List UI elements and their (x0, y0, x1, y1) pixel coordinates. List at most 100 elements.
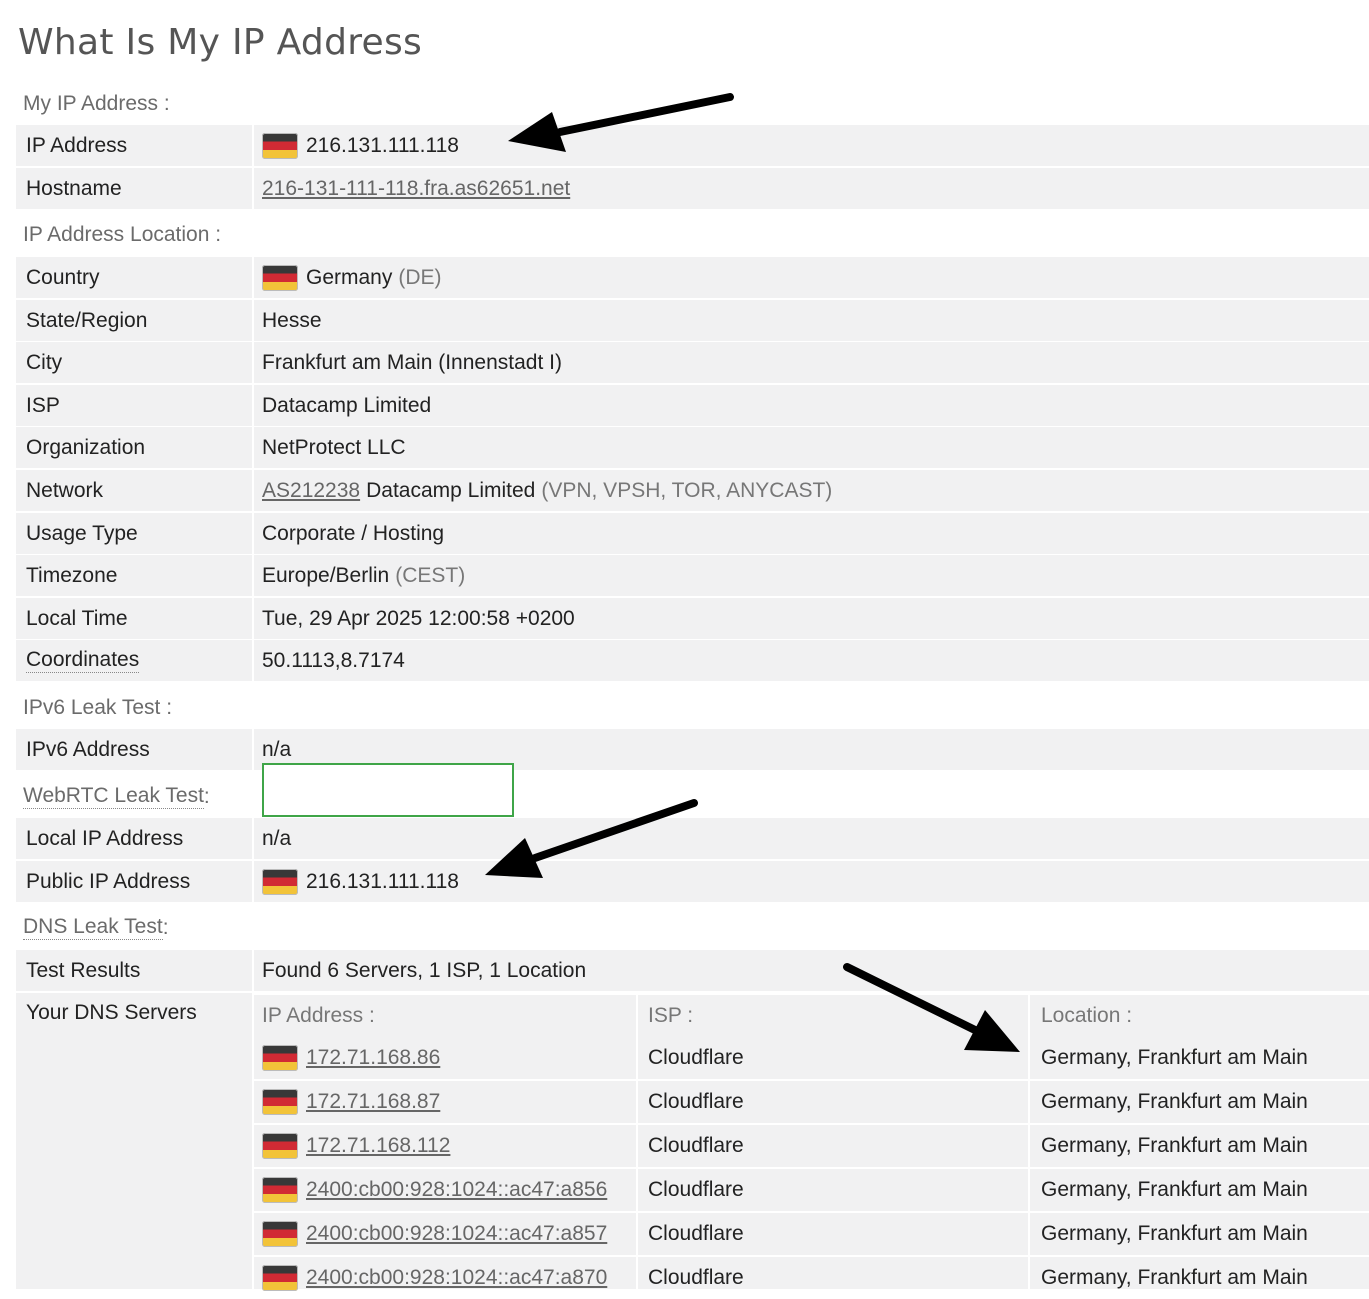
germany-flag-icon (262, 264, 298, 291)
timezone-label: Timezone (26, 563, 118, 587)
test-results-label: Test Results (26, 958, 141, 982)
row-test-results: Test Results Found 6 Servers, 1 ISP, 1 L… (16, 950, 1369, 991)
dns-server-ip-link[interactable]: 2400:cb00:928:1024::ac47:a857 (306, 1222, 607, 1246)
organization-label: Organization (26, 435, 146, 459)
isp-label: ISP (26, 393, 60, 417)
usage-type-value: Corporate / Hosting (262, 521, 445, 545)
network-name: Datacamp Limited (366, 478, 536, 502)
dns-server-ip-link[interactable]: 172.71.168.86 (306, 1046, 440, 1070)
germany-flag-icon (262, 1177, 298, 1203)
dns-server-isp: Cloudflare (648, 1090, 744, 1113)
dns-leak-test-link[interactable]: DNS Leak Test (23, 915, 163, 940)
dns-server-ip-cell: 2400:cb00:928:1024::ac47:a870 (262, 1257, 607, 1299)
dns-server-ip-link[interactable]: 2400:cb00:928:1024::ac47:a856 (306, 1178, 607, 1202)
ipv6-address-label: IPv6 Address (26, 737, 150, 761)
dns-server-isp: Cloudflare (648, 1266, 744, 1289)
germany-flag-icon (262, 1089, 298, 1115)
hostname-link[interactable]: 216-131-111-118.fra.as62651.net (262, 177, 570, 201)
row-organization: Organization NetProtect LLC (16, 427, 1369, 468)
dns-servers-label: Your DNS Servers (26, 1001, 197, 1024)
public-ip-label: Public IP Address (26, 869, 191, 893)
row-local-time: Local Time Tue, 29 Apr 2025 12:00:58 +02… (16, 598, 1369, 639)
dns-server-location: Germany, Frankfurt am Main (1041, 1178, 1308, 1201)
germany-flag-icon (262, 1045, 298, 1071)
public-ip-value: 216.131.111.118 (306, 869, 459, 893)
dns-header-ip: IP Address : (262, 1004, 375, 1027)
germany-flag-icon (262, 1265, 298, 1291)
local-ip-label: Local IP Address (26, 826, 184, 850)
section-my-ip: My IP Address : (23, 91, 170, 115)
row-country: Country Germany (DE) (16, 257, 1369, 298)
row-city: City Frankfurt am Main (Innenstadt I) (16, 342, 1369, 383)
organization-value: NetProtect LLC (262, 435, 406, 459)
dns-server-row: 2400:cb00:928:1024::ac47:a870 Cloudflare G… (254, 1255, 1369, 1299)
dns-server-location: Germany, Frankfurt am Main (1041, 1090, 1308, 1113)
ipv6-address-value: n/a (262, 737, 292, 761)
dns-server-ip-link[interactable]: 172.71.168.87 (306, 1090, 440, 1114)
dns-servers-table: IP Address : ISP : Location : 172.71.168… (254, 993, 1369, 1299)
network-tags: (VPN, VPSH, TOR, ANYCAST) (541, 478, 833, 502)
germany-flag-icon (262, 1221, 298, 1247)
dns-header-isp: ISP : (648, 1004, 694, 1027)
dns-server-ip-cell: 172.71.168.86 (262, 1037, 440, 1079)
webrtc-colon: : (203, 784, 210, 808)
dns-server-isp: Cloudflare (648, 1178, 744, 1201)
dns-colon: : (162, 915, 169, 939)
dns-server-ip-link[interactable]: 172.71.168.112 (306, 1134, 450, 1158)
dns-server-location: Germany, Frankfurt am Main (1041, 1266, 1308, 1289)
city-value: Frankfurt am Main (Innenstadt I) (262, 350, 562, 374)
local-time-label: Local Time (26, 606, 128, 630)
dns-server-row: 172.71.168.86 Cloudflare Germany, Frankfur… (254, 1037, 1369, 1079)
dns-server-isp: Cloudflare (648, 1046, 744, 1069)
dns-server-row: 2400:cb00:928:1024::ac47:a857 Cloudflare G… (254, 1211, 1369, 1255)
local-time-value: Tue, 29 Apr 2025 12:00:58 +0200 (262, 606, 575, 630)
ip-address-label: IP Address (26, 133, 128, 157)
city-label: City (26, 350, 63, 374)
dns-server-row: 172.71.168.87 Cloudflare Germany, Frankfur… (254, 1079, 1369, 1123)
coordinates-label[interactable]: Coordinates (26, 648, 140, 673)
dns-server-isp: Cloudflare (648, 1222, 744, 1245)
dns-servers-area: Your DNS Servers IP Address : ISP : Loca… (16, 993, 1369, 1299)
page-title: What Is My IP Address (18, 22, 423, 63)
dns-server-ip-link[interactable]: 2400:cb00:928:1024::ac47:a870 (306, 1266, 607, 1290)
ip-address-value-wrap: 216.131.111.118 (262, 132, 459, 159)
section-webrtc: WebRTC Leak Test : (23, 776, 210, 817)
dns-server-location: Germany, Frankfurt am Main (1041, 1134, 1308, 1157)
row-timezone: Timezone Europe/Berlin (CEST) (16, 555, 1369, 596)
webrtc-leak-test-link[interactable]: WebRTC Leak Test (23, 784, 204, 809)
row-hostname: Hostname 216-131-111-118.fra.as62651.net (16, 168, 1369, 209)
ip-address-value: 216.131.111.118 (306, 133, 459, 157)
region-value: Hesse (262, 308, 322, 332)
section-dns: DNS Leak Test : (23, 907, 169, 948)
section-location: IP Address Location : (23, 222, 222, 246)
row-ipv6-address: IPv6 Address n/a (16, 729, 1369, 770)
network-label: Network (26, 478, 104, 502)
row-usage-type: Usage Type Corporate / Hosting (16, 513, 1369, 554)
row-public-ip: Public IP Address 216.131.111.118 (16, 861, 1369, 902)
dns-server-ip-cell: 172.71.168.87 (262, 1081, 440, 1123)
row-isp: ISP Datacamp Limited (16, 385, 1369, 426)
row-region: State/Region Hesse (16, 300, 1369, 341)
dns-header-location: Location : (1041, 1004, 1133, 1027)
row-network: Network AS212238 Datacamp Limited (VPN, … (16, 470, 1369, 511)
dns-table-header: IP Address : ISP : Location : (254, 993, 1369, 1037)
local-ip-value: n/a (262, 826, 292, 850)
country-code: (DE) (398, 265, 442, 289)
germany-flag-icon (262, 1133, 298, 1159)
country-label: Country (26, 265, 100, 289)
coordinates-value: 50.1113,8.7174 (262, 648, 405, 672)
hostname-label: Hostname (26, 176, 122, 200)
isp-value: Datacamp Limited (262, 393, 432, 417)
section-ipv6: IPv6 Leak Test : (23, 695, 173, 719)
timezone-abbr: (CEST) (395, 563, 466, 587)
germany-flag-icon (262, 868, 298, 895)
timezone-value: Europe/Berlin (262, 563, 390, 587)
row-coordinates: Coordinates 50.1113,8.7174 (16, 640, 1369, 681)
germany-flag-icon (262, 132, 298, 159)
dns-server-ip-cell: 172.71.168.112 (262, 1125, 450, 1167)
webrtc-status-box (262, 763, 514, 817)
network-asn-link[interactable]: AS212238 (262, 479, 360, 503)
row-ip-address: IP Address 216.131.111.118 (16, 125, 1369, 166)
region-label: State/Region (26, 308, 148, 332)
dns-server-row: 172.71.168.112 Cloudflare Germany, Frankfu… (254, 1123, 1369, 1167)
